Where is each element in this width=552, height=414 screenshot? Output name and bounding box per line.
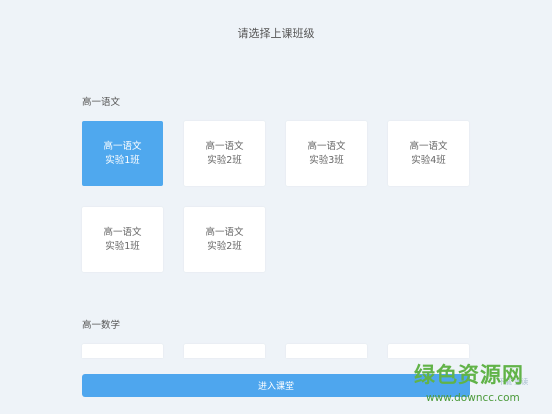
class-card-math-3[interactable] <box>286 344 367 358</box>
class-card-name: 实验4班 <box>411 154 446 166</box>
class-card-math-2[interactable] <box>184 344 265 358</box>
section-title-math: 高一数学 <box>82 320 121 331</box>
class-card-name: 实验3班 <box>309 154 344 166</box>
class-card-subject: 高一语文 <box>205 140 244 152</box>
class-card-subject: 高一语文 <box>205 226 244 238</box>
class-card-name: 实验1班 <box>105 154 140 166</box>
class-card-math-1[interactable] <box>82 344 163 358</box>
class-card-subject: 高一语文 <box>103 226 142 238</box>
class-card-chinese-3[interactable]: 高一语文 实验3班 <box>286 121 367 186</box>
section-title-chinese: 高一语文 <box>82 97 121 108</box>
enter-classroom-button[interactable]: 进入课堂 <box>82 374 470 397</box>
class-card-subject: 高一语文 <box>307 140 346 152</box>
watermark-logo-text: 绿色资源网 <box>414 363 524 387</box>
class-card-chinese-5[interactable]: 高一语文 实验1班 <box>82 207 163 272</box>
class-card-chinese-4[interactable]: 高一语文 实验4班 <box>388 121 469 186</box>
class-card-name: 实验2班 <box>207 154 242 166</box>
page-title: 请选择上课班级 <box>237 27 315 40</box>
class-card-name: 实验2班 <box>207 240 242 252</box>
class-card-chinese-2[interactable]: 高一语文 实验2班 <box>184 121 265 186</box>
class-card-subject: 高一语文 <box>409 140 448 152</box>
class-card-math-4[interactable] <box>388 344 469 358</box>
class-card-chinese-1[interactable]: 高一语文 实验1班 <box>82 121 163 186</box>
class-card-name: 实验1班 <box>105 240 140 252</box>
watermark-url: www.downcc.com <box>426 392 520 404</box>
class-card-chinese-6[interactable]: 高一语文 实验2班 <box>184 207 265 272</box>
class-card-subject: 高一语文 <box>103 140 142 152</box>
